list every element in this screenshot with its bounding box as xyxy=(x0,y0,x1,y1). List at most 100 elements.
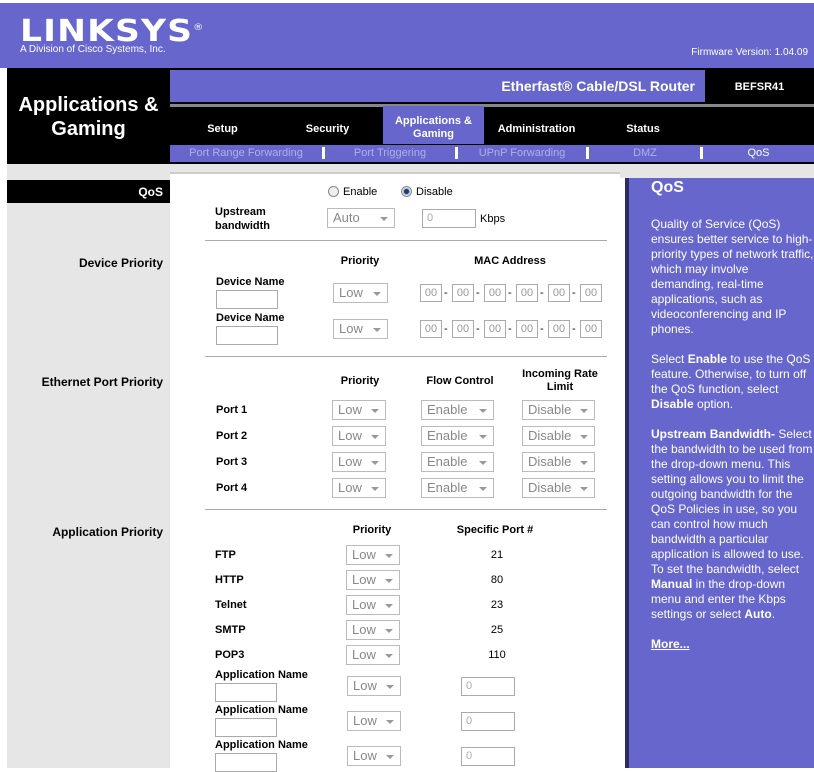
device-name-input[interactable] xyxy=(216,290,278,309)
product-name: Etherfast® Cable/DSL Router xyxy=(170,70,705,102)
kbps-input[interactable]: 0 xyxy=(422,209,476,228)
custom-port-input[interactable]: 0 xyxy=(461,677,515,696)
device-priority-select[interactable]: Low xyxy=(333,319,388,339)
mac-separator: - xyxy=(508,323,512,335)
rate-limit-select[interactable]: Disable xyxy=(522,400,595,420)
application-name-label: Application Name xyxy=(215,704,308,716)
port-priority-select[interactable]: Low xyxy=(332,426,386,446)
incoming-rate-limit-header: Incoming Rate Limit xyxy=(522,368,598,393)
rate-limit-select[interactable]: Disable xyxy=(522,478,595,498)
device-name-label: Device Name xyxy=(216,276,285,288)
help-upstream: Upstream Bandwidth- Select the bandwidth… xyxy=(651,427,813,621)
subtab-qos[interactable]: QoS xyxy=(703,147,814,159)
qos-section-label: QoS xyxy=(7,180,170,203)
tab-security[interactable]: Security xyxy=(275,107,380,145)
mac-address-header: MAC Address xyxy=(474,255,546,267)
mac-octet-input[interactable]: 00 xyxy=(580,284,602,302)
application-label: HTTP xyxy=(215,574,244,586)
flow-control-select[interactable]: Enable xyxy=(421,452,494,472)
application-name-input[interactable] xyxy=(215,753,277,772)
enable-radio[interactable] xyxy=(328,186,339,197)
upstream-bandwidth-select[interactable]: Auto xyxy=(327,208,395,228)
application-port: 25 xyxy=(490,624,504,636)
application-name-label: Application Name xyxy=(215,739,308,751)
port-label: Port 3 xyxy=(216,456,248,468)
application-priority-select[interactable]: Low xyxy=(346,620,400,640)
mac-octet-input[interactable]: 00 xyxy=(548,284,570,302)
port-priority-select[interactable]: Low xyxy=(332,452,386,472)
help-intro: Quality of Service (QoS) ensures better … xyxy=(651,217,814,336)
port-label: Port 1 xyxy=(216,404,248,416)
mac-separator: - xyxy=(476,287,480,299)
rate-limit-select[interactable]: Disable xyxy=(522,452,595,472)
application-name-input[interactable] xyxy=(215,718,277,737)
tab-administration[interactable]: Administration xyxy=(484,107,589,145)
custom-priority-select[interactable]: Low xyxy=(347,746,401,766)
tab-applications-gaming[interactable]: Applications & Gaming xyxy=(383,106,484,144)
firmware-version: Firmware Version: 1.04.09 xyxy=(691,47,808,58)
application-priority-select[interactable]: Low xyxy=(346,545,400,565)
mac-octet-input[interactable]: 00 xyxy=(548,320,570,338)
device-priority-select[interactable]: Low xyxy=(333,283,388,303)
application-port: 110 xyxy=(488,649,506,661)
specific-port-header: Specific Port # xyxy=(456,524,534,536)
application-priority-select[interactable]: Low xyxy=(346,595,400,615)
mac-octet-input[interactable]: 00 xyxy=(580,320,602,338)
flow-control-header: Flow Control xyxy=(426,375,494,387)
device-priority-label: Device Priority xyxy=(78,256,163,270)
subtab-upnp-forwarding[interactable]: UPnP Forwarding xyxy=(458,147,586,159)
mac-octet-input[interactable]: 00 xyxy=(420,284,442,302)
subtab-dmz[interactable]: DMZ xyxy=(590,147,700,159)
division-text: A Division of Cisco Systems, Inc. xyxy=(20,44,166,55)
ethernet-priority-header: Priority xyxy=(340,375,380,387)
mac-separator: - xyxy=(572,323,576,335)
more-link[interactable]: More... xyxy=(651,637,690,651)
custom-priority-select[interactable]: Low xyxy=(347,676,401,696)
subtab-port-range-forwarding[interactable]: Port Range Forwarding xyxy=(170,147,322,159)
disable-radio[interactable] xyxy=(401,186,412,197)
application-priority-select[interactable]: Low xyxy=(346,645,400,665)
application-priority-select[interactable]: Low xyxy=(346,570,400,590)
mac-separator: - xyxy=(444,323,448,335)
upstream-bandwidth-label: Upstream bandwidth xyxy=(215,206,270,232)
custom-port-input[interactable]: 0 xyxy=(461,712,515,731)
mac-octet-input[interactable]: 00 xyxy=(484,320,506,338)
mac-octet-input[interactable]: 00 xyxy=(516,284,538,302)
help-panel: QoS Quality of Service (QoS) ensures bet… xyxy=(625,178,814,768)
enable-label: Enable xyxy=(343,186,378,198)
port-label: Port 2 xyxy=(216,430,248,442)
flow-control-select[interactable]: Enable xyxy=(421,478,494,498)
mac-separator: - xyxy=(572,287,576,299)
application-label: Telnet xyxy=(215,599,247,611)
application-priority-label: Application Priority xyxy=(52,525,163,539)
application-name-input[interactable] xyxy=(215,683,277,702)
application-port: 80 xyxy=(490,574,504,586)
custom-priority-select[interactable]: Low xyxy=(347,711,401,731)
rate-limit-select[interactable]: Disable xyxy=(522,426,595,446)
mac-octet-input[interactable]: 00 xyxy=(484,284,506,302)
mac-octet-input[interactable]: 00 xyxy=(452,284,474,302)
mac-separator: - xyxy=(508,287,512,299)
port-priority-select[interactable]: Low xyxy=(332,400,386,420)
divider xyxy=(205,509,607,510)
device-priority-header: Priority xyxy=(340,255,380,267)
mac-octet-input[interactable]: 00 xyxy=(452,320,474,338)
mac-octet-input[interactable]: 00 xyxy=(420,320,442,338)
custom-port-input[interactable]: 0 xyxy=(461,747,515,766)
model-number: BEFSR41 xyxy=(734,81,785,93)
application-port: 21 xyxy=(490,549,504,561)
mac-octet-input[interactable]: 00 xyxy=(516,320,538,338)
device-name-input[interactable] xyxy=(216,326,278,345)
divider xyxy=(205,356,607,357)
help-enable: Select Enable to use the QoS feature. Ot… xyxy=(651,352,811,411)
help-title: QoS xyxy=(651,179,684,196)
tab-status[interactable]: Status xyxy=(589,107,697,145)
port-priority-select[interactable]: Low xyxy=(332,478,386,498)
application-label: FTP xyxy=(215,549,236,561)
flow-control-select[interactable]: Enable xyxy=(421,426,494,446)
subtab-port-triggering[interactable]: Port Triggering xyxy=(325,147,455,159)
section-title: Applications & Gaming xyxy=(18,94,159,140)
tab-setup[interactable]: Setup xyxy=(170,107,275,145)
flow-control-select[interactable]: Enable xyxy=(421,400,494,420)
application-name-label: Application Name xyxy=(215,669,308,681)
